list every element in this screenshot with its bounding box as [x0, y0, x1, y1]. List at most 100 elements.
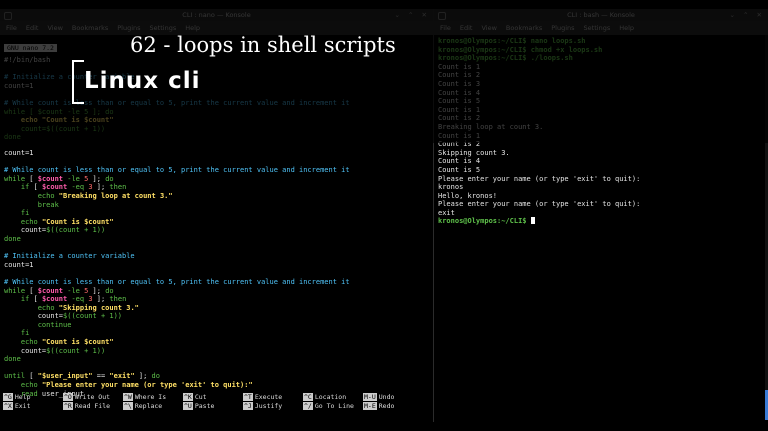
output-line: Count is 4 [438, 88, 481, 97]
shortcut-label: Write Out [74, 393, 111, 401]
output-line: Count is 3 [438, 79, 481, 88]
menu-settings[interactable]: Settings [150, 24, 177, 32]
shortcut-go-to-line[interactable]: ^/Go To Line [303, 402, 363, 411]
output-line: Hello, kronos! [438, 191, 498, 200]
shortcut-label: Redo [378, 402, 395, 410]
shortcut-where-is[interactable]: ^W Where Is [123, 393, 183, 402]
shortcut-label: Location [314, 393, 347, 401]
shortcut-cut[interactable]: ^K Cut [183, 393, 243, 402]
shortcut-key: ^U [183, 402, 193, 410]
code-line: count=1 [4, 81, 34, 90]
shortcut-justify[interactable]: ^J Justify [243, 402, 303, 411]
output-line: Count is 5 [438, 97, 481, 106]
shortcut-undo[interactable]: M-U Undo [363, 393, 423, 402]
menu-view[interactable]: View [481, 24, 496, 32]
shortcut-label: Help [14, 393, 31, 401]
output-line: Count is 1 [438, 62, 481, 71]
shell-prompt: kronos@Olympos:~/CLI$ [438, 217, 527, 226]
shortcut-location[interactable]: ^C Location [303, 393, 363, 402]
shortcut-execute[interactable]: ^T Execute [243, 393, 303, 402]
code-line: while [ $count -le 5 ]; do [4, 107, 114, 116]
shortcut-key: ^C [303, 393, 313, 401]
shortcut-exit[interactable]: ^X Exit [3, 402, 63, 411]
nano-header: GNU nano 7.2 [4, 44, 57, 52]
shortcut-label: Replace [134, 402, 163, 410]
output-line: Skipping count 3. [438, 148, 510, 157]
output-line: Count is 2 [438, 140, 481, 149]
shortcut-key: ^K [183, 393, 193, 401]
code-line: count=$((count + 1)) [4, 124, 106, 133]
shortcut-help[interactable]: ^G Help [3, 393, 63, 402]
shortcut-key: ^J [243, 402, 253, 410]
output-line: kronos@Olympos:~/CLI$ ./loops.sh [438, 54, 573, 63]
shortcut-paste[interactable]: ^U Paste [183, 402, 243, 411]
konsole-window-bash: CLI : bash — Konsole ⌄ ⌃ ✕ File Edit View B… [434, 9, 768, 422]
shortcut-label: Cut [194, 393, 207, 401]
logo: Linux cli [84, 68, 201, 94]
shortcut-read-file[interactable]: ^R Read File [63, 402, 123, 411]
terminal-icon [4, 12, 12, 20]
shortcut-key: M-E [363, 402, 377, 410]
editor-top-lines[interactable]: #!/bin/bash # Initialize a counter varia… [0, 54, 433, 144]
terminal-icon [438, 12, 446, 20]
window-controls[interactable]: ⌄ ⌃ ✕ [395, 9, 430, 21]
menu-help[interactable]: Help [185, 24, 200, 32]
shortcut-label: Go To Line [314, 402, 354, 410]
nano-shortcut-bar: ^G Help ^O Write Out ^W Where Is ^K Cut ^T Ex… [0, 393, 433, 411]
output-line: Count is 1 [438, 105, 481, 114]
shortcut-replace[interactable]: ^\ Replace [123, 402, 183, 411]
window-title: CLI : nano — Konsole [182, 11, 251, 19]
output-line: Count is 1 [438, 131, 481, 140]
shortcut-key: ^\ [123, 402, 133, 410]
shortcut-label: Justify [254, 402, 283, 410]
menu-file[interactable]: File [440, 24, 451, 32]
editor-main[interactable]: count=1 # While count is less than or eq… [0, 147, 354, 400]
text-cursor [530, 217, 535, 225]
menu-bookmarks[interactable]: Bookmarks [506, 24, 542, 32]
konsole-window-nano: CLI : nano — Konsole ⌄ ⌃ ✕ File Edit View B… [0, 9, 433, 422]
shortcut-key: ^X [3, 402, 13, 410]
shortcut-key: ^T [243, 393, 253, 401]
shortcut-label: Paste [194, 402, 215, 410]
output-line: Please enter your name (or type 'exit' t… [438, 200, 641, 209]
menu-edit[interactable]: Edit [26, 24, 39, 32]
code-line: echo "Count is $count" [4, 116, 114, 125]
shortcut-key: ^R [63, 402, 73, 410]
menu-file[interactable]: File [6, 24, 17, 32]
menu-plugins[interactable]: Plugins [117, 24, 140, 32]
code-line: #!/bin/bash [4, 56, 51, 64]
shortcut-key: ^W [123, 393, 133, 401]
menu-plugins[interactable]: Plugins [551, 24, 574, 32]
shortcut-label: Undo [378, 393, 395, 401]
window-title: CLI : bash — Konsole [567, 11, 635, 19]
shortcut-label: Execute [254, 393, 283, 401]
output-line: Please enter your name (or type 'exit' t… [438, 174, 641, 183]
video-title: 62 - loops in shell scripts [130, 33, 396, 57]
menu-edit[interactable]: Edit [460, 24, 473, 32]
title-bar[interactable]: CLI : nano — Konsole ⌄ ⌃ ✕ [0, 9, 433, 21]
output-line: Count is 2 [438, 71, 481, 80]
output-line: kronos@Olympos:~/CLI$ chmod +x loops.sh [438, 45, 603, 54]
menu-view[interactable]: View [47, 24, 62, 32]
shortcut-redo[interactable]: M-E Redo [363, 402, 423, 411]
shortcut-key: ^G [3, 393, 13, 401]
output-line: exit [438, 208, 455, 217]
window-controls[interactable]: ⌄ ⌃ ✕ [730, 9, 765, 21]
shortcut-key: ^O [63, 393, 73, 401]
shortcut-write-out[interactable]: ^O Write Out [63, 393, 123, 402]
code-line: done [4, 133, 21, 142]
title-bar[interactable]: CLI : bash — Konsole ⌄ ⌃ ✕ [434, 9, 768, 21]
terminal-output[interactable]: kronos@Olympos:~/CLI$ nano loops.sh kron… [434, 35, 768, 228]
menu-bookmarks[interactable]: Bookmarks [72, 24, 108, 32]
menu-bar: File Edit View Bookmarks Plugins Settings Help [434, 21, 768, 35]
output-line: kronos@Olympos:~/CLI$ nano loops.sh [438, 37, 586, 45]
output-line: Count is 5 [438, 165, 481, 174]
menu-help[interactable]: Help [619, 24, 634, 32]
shortcut-label: Where Is [134, 393, 167, 401]
output-line: Count is 2 [438, 114, 481, 123]
logo-bracket [72, 60, 84, 104]
output-line: kronos [438, 183, 464, 192]
shortcut-label: Exit [14, 402, 31, 410]
menu-settings[interactable]: Settings [584, 24, 611, 32]
shortcut-key: ^/ [303, 402, 313, 410]
